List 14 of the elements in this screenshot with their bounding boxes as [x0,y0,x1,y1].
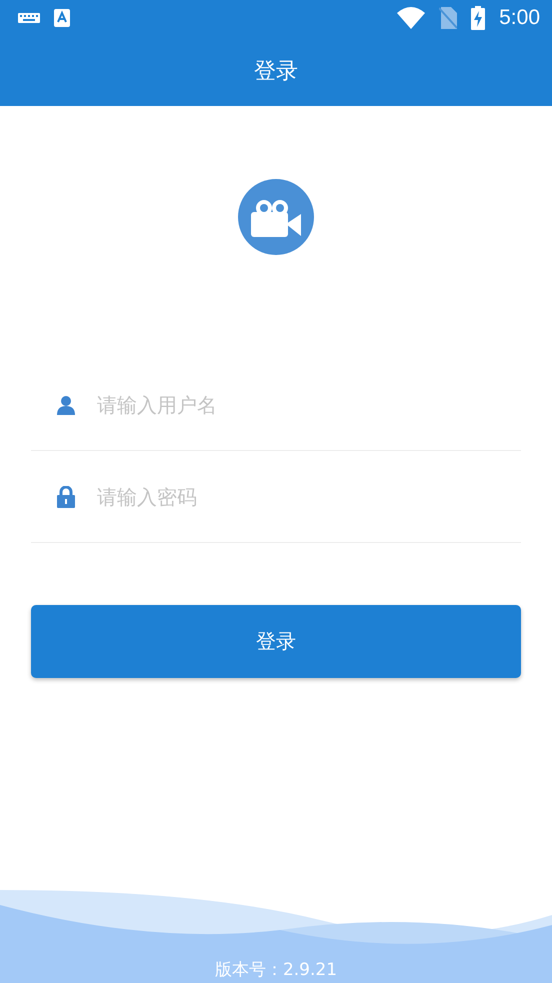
text-input-field[interactable]: 请输入用户名 [95,392,521,418]
wifi-icon [397,7,426,29]
status-time: 5:00 [499,6,540,30]
lock-icon [57,486,75,508]
text-input-field[interactable]: 请输入密码 [95,484,521,510]
user-icon [57,394,75,414]
battery-charging-icon [471,6,486,30]
login-button[interactable]: 登录 [31,605,521,678]
keyboard-icon [18,13,40,23]
page-title: 登录 [254,58,298,86]
no-sim-icon [439,7,458,29]
font-icon [54,9,70,27]
video-camera-logo-icon [238,179,314,255]
version-text: 版本号：2.9.21 [214,959,338,982]
